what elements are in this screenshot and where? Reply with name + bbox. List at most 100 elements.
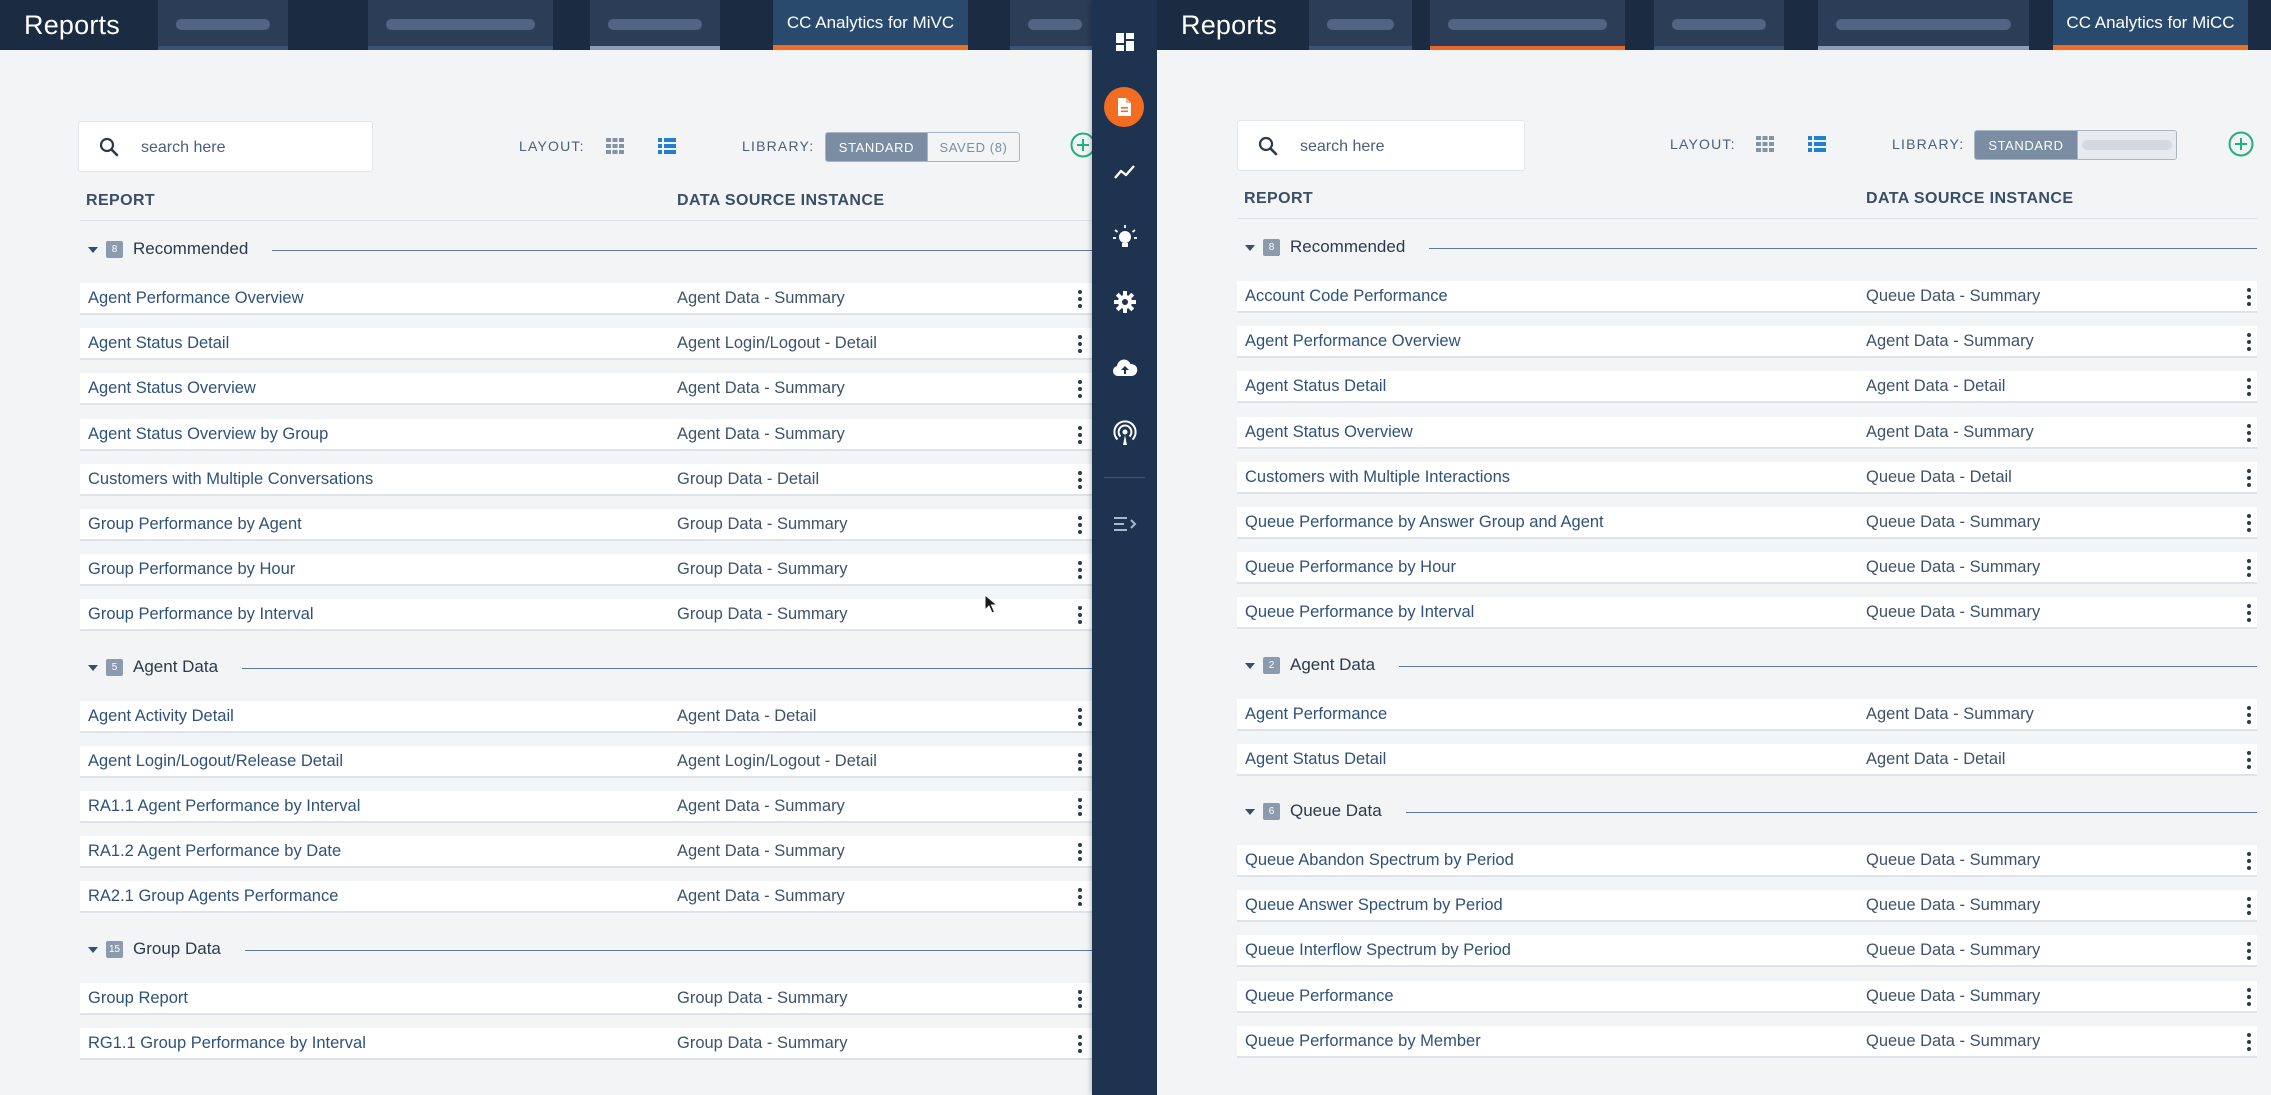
more-options-icon[interactable] <box>2241 851 2257 871</box>
caret-down-icon[interactable] <box>1245 662 1255 669</box>
more-options-icon[interactable] <box>1072 470 1088 490</box>
section-header[interactable]: 15 Group Data <box>80 935 1092 965</box>
library-standard-button[interactable]: STANDARD <box>826 133 927 161</box>
report-name[interactable]: Agent Performance <box>1245 699 1387 729</box>
more-options-icon[interactable] <box>2241 1032 2257 1052</box>
more-options-icon[interactable] <box>1072 797 1088 817</box>
more-options-icon[interactable] <box>2241 423 2257 443</box>
report-row[interactable]: Queue Answer Spectrum by Period Queue Dat… <box>1237 890 2257 923</box>
nav-reports[interactable] <box>1104 87 1144 127</box>
tab-obscured-3[interactable] <box>1654 0 1784 50</box>
report-row[interactable]: Queue Performance by Interval Queue Data … <box>1237 597 2257 630</box>
report-row[interactable]: Group Performance by Interval Group Data … <box>80 599 1092 632</box>
nav-broadcast[interactable] <box>1109 417 1141 449</box>
report-name[interactable]: Queue Interflow Spectrum by Period <box>1245 935 1511 965</box>
add-report-icon[interactable] <box>2227 130 2255 158</box>
section-header[interactable]: 6 Queue Data <box>1237 797 2257 827</box>
more-options-icon[interactable] <box>1072 989 1088 1009</box>
report-row[interactable]: Group Performance by Agent Group Data - S… <box>80 509 1092 541</box>
report-name[interactable]: Group Performance by Interval <box>88 599 314 629</box>
report-name[interactable]: Group Performance by Hour <box>88 554 295 584</box>
more-options-icon[interactable] <box>2241 705 2257 725</box>
tab-active[interactable]: CC Analytics for MiCC <box>2053 0 2248 50</box>
report-row[interactable]: Agent Performance Overview Agent Data - S… <box>80 283 1092 315</box>
more-options-icon[interactable] <box>2241 896 2257 916</box>
report-name[interactable]: Agent Status Overview <box>1245 417 1413 447</box>
more-options-icon[interactable] <box>1072 515 1088 535</box>
section-header[interactable]: 5 Agent Data <box>80 653 1092 683</box>
grid-view-icon[interactable] <box>1754 133 1776 155</box>
report-row[interactable]: Agent Login/Logout/Release Detail Agent L… <box>80 745 1092 778</box>
report-name[interactable]: Queue Performance <box>1245 981 1394 1011</box>
report-row[interactable]: RG1.1 Group Performance by Interval Group… <box>80 1027 1092 1060</box>
section-header[interactable]: 2 Agent Data <box>1237 651 2257 681</box>
more-options-icon[interactable] <box>2241 987 2257 1007</box>
more-options-icon[interactable] <box>2241 468 2257 488</box>
report-row[interactable]: Queue Interflow Spectrum by Period Queue … <box>1237 935 2257 968</box>
report-name[interactable]: Agent Status Overview by Group <box>88 419 328 449</box>
list-view-icon[interactable] <box>1806 133 1828 155</box>
tab-obscured-4[interactable] <box>1818 0 2029 50</box>
report-name[interactable]: Agent Status Detail <box>88 328 229 358</box>
tab-obscured-2[interactable] <box>368 0 553 50</box>
report-row[interactable]: Agent Status Detail Agent Login/Logout - … <box>80 328 1092 361</box>
report-row[interactable]: RA1.2 Agent Performance by Date Agent Dat… <box>80 836 1092 869</box>
report-name[interactable]: Agent Status Detail <box>1245 371 1386 401</box>
section-header[interactable]: 8 Recommended <box>1237 233 2257 263</box>
tab-obscured-1[interactable] <box>158 0 288 50</box>
library-saved-button[interactable]: SAVED (8) <box>926 133 1019 161</box>
list-view-icon[interactable] <box>656 135 678 157</box>
report-row[interactable]: RA1.1 Agent Performance by Interval Agent… <box>80 791 1092 823</box>
search-input[interactable] <box>1298 121 1502 172</box>
more-options-icon[interactable] <box>2241 332 2257 352</box>
more-options-icon[interactable] <box>1072 752 1088 772</box>
report-row[interactable]: Queue Abandon Spectrum by Period Queue Da… <box>1237 845 2257 877</box>
more-options-icon[interactable] <box>1072 289 1088 309</box>
more-options-icon[interactable] <box>2241 603 2257 623</box>
report-name[interactable]: Agent Login/Logout/Release Detail <box>88 746 343 776</box>
report-name[interactable]: Agent Status Overview <box>88 373 256 403</box>
add-report-icon[interactable] <box>1069 131 1092 159</box>
tab-obscured-2[interactable] <box>1430 0 1625 50</box>
report-row[interactable]: Group Performance by Hour Group Data - Su… <box>80 554 1092 587</box>
report-row[interactable]: Group Report Group Data - Summary <box>80 982 1092 1015</box>
tab-obscured-3[interactable] <box>590 0 720 50</box>
report-name[interactable]: Customers with Multiple Interactions <box>1245 462 1510 492</box>
report-name[interactable]: RA1.1 Agent Performance by Interval <box>88 791 360 821</box>
caret-down-icon[interactable] <box>1245 809 1255 815</box>
report-row[interactable]: Queue Performance by Hour Queue Data - Su… <box>1237 552 2257 585</box>
report-row[interactable]: Agent Status Overview by Group Agent Data… <box>80 418 1092 451</box>
caret-down-icon[interactable] <box>88 664 98 671</box>
more-options-icon[interactable] <box>2241 941 2257 961</box>
search-input[interactable] <box>139 122 343 173</box>
library-standard-button[interactable]: STANDARD <box>1975 131 2077 159</box>
nav-dashboard[interactable] <box>1109 26 1141 58</box>
tab-obscured-1[interactable] <box>1309 0 1412 50</box>
nav-insights[interactable] <box>1109 221 1141 253</box>
more-options-icon[interactable] <box>2241 377 2257 397</box>
more-options-icon[interactable] <box>1072 560 1088 580</box>
more-options-icon[interactable] <box>1072 887 1088 907</box>
more-options-icon[interactable] <box>2241 750 2257 770</box>
report-name[interactable]: Agent Activity Detail <box>88 701 234 731</box>
report-row[interactable]: Account Code Performance Queue Data - Sum… <box>1237 281 2257 313</box>
more-options-icon[interactable] <box>1072 425 1088 445</box>
grid-view-icon[interactable] <box>604 135 626 157</box>
report-row[interactable]: Queue Performance by Member Queue Data - … <box>1237 1025 2257 1058</box>
tab-active[interactable]: CC Analytics for MiVC <box>773 0 968 50</box>
more-options-icon[interactable] <box>1072 842 1088 862</box>
report-row[interactable]: Queue Performance by Answer Group and Ag… <box>1237 507 2257 539</box>
more-options-icon[interactable] <box>1072 1034 1088 1054</box>
report-name[interactable]: RA1.2 Agent Performance by Date <box>88 836 341 866</box>
more-options-icon[interactable] <box>2241 513 2257 533</box>
section-header[interactable]: 8 Recommended <box>80 235 1092 265</box>
report-row[interactable]: Customers with Multiple Conversations Gro… <box>80 463 1092 496</box>
report-name[interactable]: Queue Performance by Member <box>1245 1026 1481 1056</box>
caret-down-icon[interactable] <box>88 247 98 253</box>
report-name[interactable]: Queue Abandon Spectrum by Period <box>1245 845 1514 875</box>
nav-cloud-upload[interactable] <box>1109 352 1141 384</box>
report-row[interactable]: RA2.1 Group Agents Performance Agent Data… <box>80 881 1092 914</box>
nav-settings[interactable] <box>1109 286 1141 318</box>
more-options-icon[interactable] <box>1072 605 1088 625</box>
report-row[interactable]: Agent Status Overview Agent Data - Summar… <box>80 373 1092 406</box>
